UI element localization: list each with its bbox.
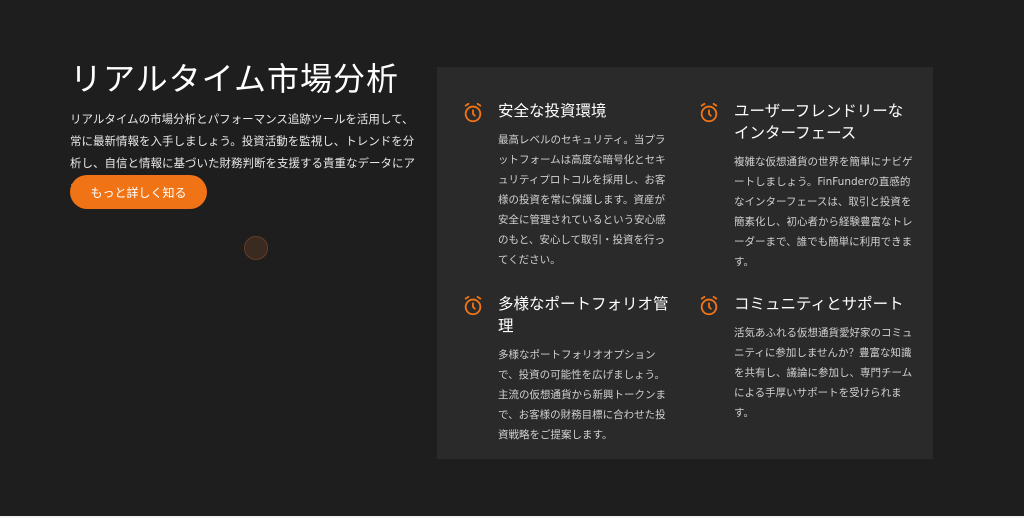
- feature-card-community: コミュニティとサポート 活気あふれる仮想通貨愛好家のコミュニティに参加しませんか…: [700, 293, 914, 423]
- feature-text: 最高レベルのセキュリティ。当プラットフォームは高度な暗号化とセキュリティプロトコ…: [498, 134, 666, 266]
- page-title: リアルタイム市場分析: [70, 60, 400, 98]
- feature-title: ユーザーフレンドリーなインターフェース: [734, 102, 904, 142]
- feature-text: 多様なポートフォリオオプションで、投資の可能性を広げましょう。主流の仮想通貨から…: [498, 349, 666, 441]
- feature-card-security: 安全な投資環境 最高レベルのセキュリティ。当プラットフォームは高度な暗号化とセキ…: [464, 100, 673, 270]
- mouse-cursor-indicator: [244, 236, 268, 260]
- feature-text: 複雑な仮想通貨の世界を簡単にナビゲートしましょう。FinFunderの直感的なイ…: [734, 156, 913, 268]
- feature-title: コミュニティとサポート: [734, 295, 904, 313]
- alarm-clock-icon: [700, 295, 718, 316]
- features-panel: 安全な投資環境 最高レベルのセキュリティ。当プラットフォームは高度な暗号化とセキ…: [437, 67, 933, 459]
- feature-card-portfolio: 多様なポートフォリオ管理 多様なポートフォリオオプションで、投資の可能性を広げま…: [464, 293, 673, 445]
- feature-card-interface: ユーザーフレンドリーなインターフェース 複雑な仮想通貨の世界を簡単にナビゲートし…: [700, 100, 914, 272]
- alarm-clock-icon: [464, 102, 482, 123]
- feature-title: 多様なポートフォリオ管理: [498, 295, 669, 335]
- alarm-clock-icon: [700, 102, 718, 123]
- learn-more-button[interactable]: もっと詳しく知る: [70, 175, 207, 209]
- feature-text: 活気あふれる仮想通貨愛好家のコミュニティに参加しませんか？豊富な知識を共有し、議…: [734, 327, 913, 419]
- feature-title: 安全な投資環境: [498, 102, 607, 120]
- alarm-clock-icon: [464, 295, 482, 316]
